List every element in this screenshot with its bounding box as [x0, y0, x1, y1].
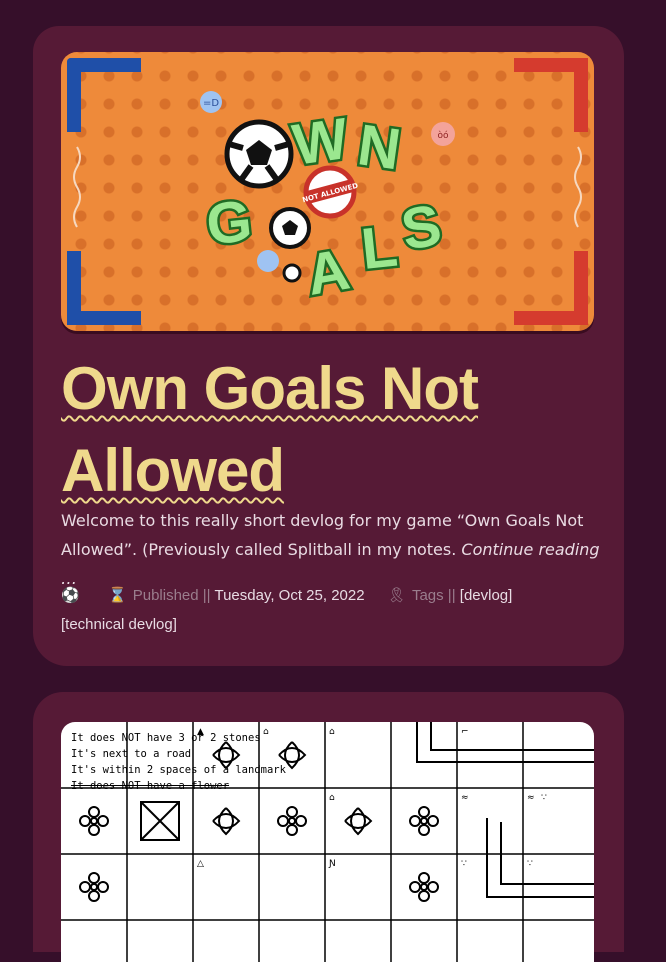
svg-text:S: S	[397, 192, 446, 263]
svg-text:=D: =D	[203, 98, 219, 109]
svg-text:N: N	[354, 112, 405, 182]
rule-text: It's next to a road	[71, 748, 192, 760]
svg-text:≈: ≈	[527, 793, 535, 803]
post-card: ▲ ⌂ ⌂ ⌐ ⌂ ≈ ≈ △ Ɲ ∵ ∵ ∵ It does NOT have 3 or 2 …	[33, 692, 624, 962]
soccer-ball-icon	[224, 119, 294, 189]
hourglass-icon: ⌛	[108, 587, 127, 604]
rule-text: It does NOT have a flower	[71, 780, 230, 792]
post-hero-image[interactable]: =D òó NOT ALLOWED W N G A L S	[61, 52, 594, 331]
published-date: Tuesday, Oct 25, 2022	[214, 587, 365, 604]
post-hero-image[interactable]: ▲ ⌂ ⌂ ⌐ ⌂ ≈ ≈ △ Ɲ ∵ ∵ ∵ It does NOT have 3 or 2 …	[61, 722, 594, 962]
tag-link[interactable]: [technical devlog]	[61, 616, 177, 633]
post-card: =D òó NOT ALLOWED W N G A L S Own Goals …	[33, 26, 624, 666]
rule-text: It does NOT have 3 or 2 stones	[71, 732, 261, 744]
svg-text:∵: ∵	[527, 859, 533, 869]
svg-text:⌐: ⌐	[461, 727, 469, 737]
svg-text:Ɲ: Ɲ	[328, 859, 336, 869]
svg-text:A: A	[302, 237, 355, 308]
tag-link[interactable]: [devlog]	[460, 587, 513, 604]
soccer-ball-icon: ⚽	[61, 587, 80, 604]
svg-text:⌂: ⌂	[329, 727, 335, 737]
hint-rules: It does NOT have 3 or 2 stones It's next…	[71, 730, 286, 794]
own-goals-logo: =D òó NOT ALLOWED W N G A L S	[73, 91, 582, 310]
svg-text:G: G	[203, 188, 255, 257]
tags-label: Tags ||	[411, 587, 456, 604]
post-excerpt: Welcome to this really short devlog for …	[61, 506, 601, 593]
post-title[interactable]: Own Goals Not Allowed	[61, 348, 581, 512]
svg-text:L: L	[358, 214, 400, 282]
svg-text:≈: ≈	[461, 793, 469, 803]
svg-text:W: W	[289, 106, 353, 178]
ribbon-icon: 🎗	[386, 587, 406, 604]
svg-text:△: △	[197, 859, 204, 869]
post-meta: ⚽ ⌛ Published || Tuesday, Oct 25, 2022 🎗 T…	[61, 581, 601, 639]
published-label: Published ||	[132, 587, 211, 604]
svg-text:òó: òó	[437, 130, 449, 141]
svg-text:∵: ∵	[541, 793, 547, 803]
svg-text:∵: ∵	[461, 859, 467, 869]
svg-text:⌂: ⌂	[329, 793, 335, 803]
rule-text: It's within 2 spaces of a landmark	[71, 764, 286, 776]
